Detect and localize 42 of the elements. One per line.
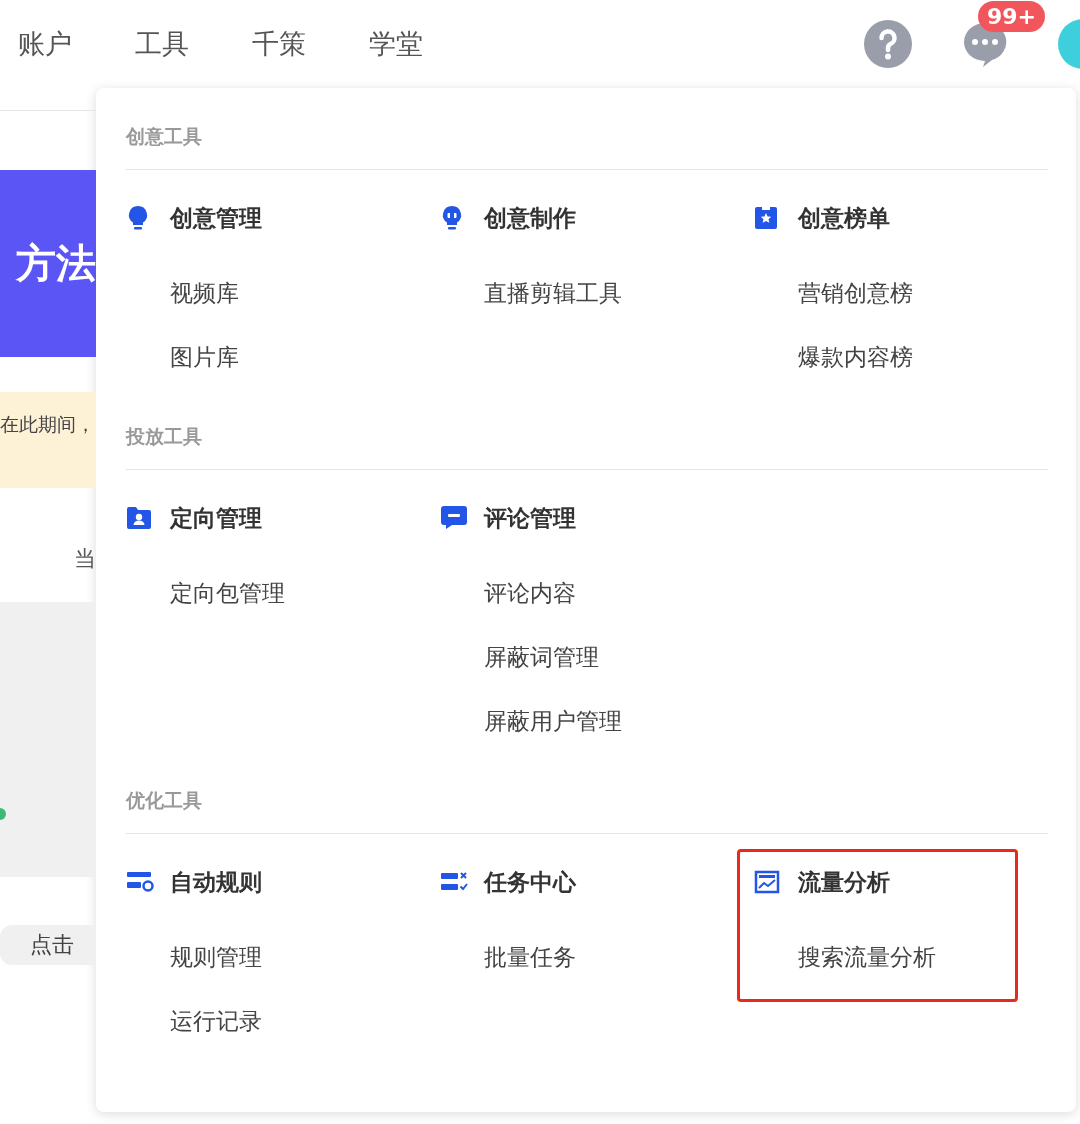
section-title: 投放工具 [126, 421, 1048, 470]
nav-item[interactable]: 千策 [252, 26, 306, 62]
banner-text: 方法 [16, 239, 96, 288]
nav-item[interactable]: 学堂 [369, 26, 423, 62]
group-heading: 自动规则 [170, 867, 262, 897]
menu-item[interactable]: 爆款内容榜 [798, 325, 1068, 389]
rule-icon [126, 871, 154, 893]
help-icon[interactable] [864, 20, 912, 68]
menu-item[interactable]: 批量任务 [484, 925, 754, 989]
menu-item[interactable]: 图片库 [170, 325, 440, 389]
menu-item[interactable]: 屏蔽词管理 [484, 625, 754, 689]
section-title: 优化工具 [126, 785, 1048, 834]
menu-item[interactable]: 搜索流量分析 [798, 925, 1015, 989]
menu-item[interactable]: 直播剪辑工具 [484, 261, 754, 325]
group-heading: 创意榜单 [798, 203, 890, 233]
menu-item[interactable]: 视频库 [170, 261, 440, 325]
group-heading: 创意管理 [170, 203, 262, 233]
lightbulb-icon [440, 204, 464, 232]
group-heading: 创意制作 [484, 203, 576, 233]
user-folder-icon [126, 506, 152, 530]
menu-item[interactable]: 屏蔽用户管理 [484, 689, 754, 753]
section-title: 创意工具 [126, 121, 1048, 170]
menu-item[interactable]: 营销创意榜 [798, 261, 1068, 325]
label-text: 当 [74, 545, 96, 573]
menu-item[interactable]: 定向包管理 [170, 561, 440, 625]
nav-item[interactable]: 工具 [135, 26, 189, 62]
menu-item[interactable]: 运行记录 [170, 989, 440, 1053]
menu-item[interactable]: 评论内容 [484, 561, 754, 625]
group-heading: 评论管理 [484, 503, 576, 533]
group-heading: 任务中心 [484, 867, 576, 897]
notification-badge: 99+ [978, 1, 1046, 32]
star-badge-icon [754, 206, 778, 230]
task-list-icon [440, 871, 468, 893]
group-heading: 流量分析 [798, 867, 890, 897]
lightbulb-icon [126, 204, 150, 232]
chart-image-icon [754, 870, 780, 894]
menu-item[interactable]: 规则管理 [170, 925, 440, 989]
group-heading: 定向管理 [170, 503, 262, 533]
comment-icon [440, 505, 468, 531]
chip-text: 点击 [30, 931, 74, 959]
notice-text: 在此期间， [0, 412, 95, 437]
nav-item[interactable]: 账户 [18, 26, 72, 62]
